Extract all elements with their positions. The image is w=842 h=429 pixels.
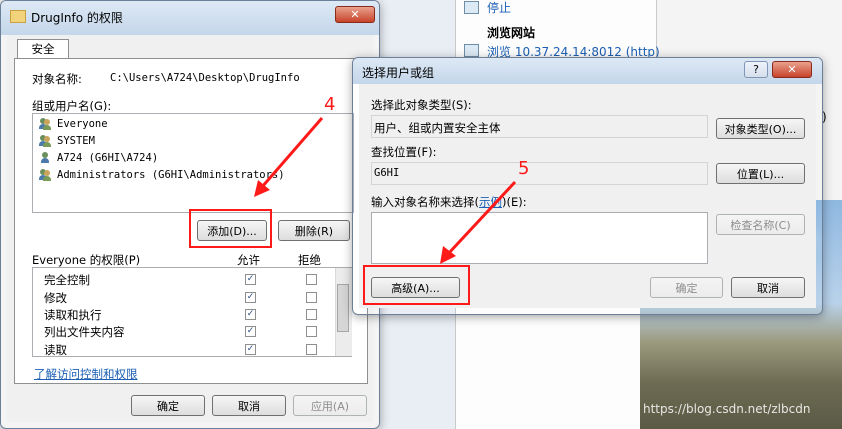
remove-button[interactable]: 删除(R) <box>278 220 350 241</box>
globe-icon <box>464 44 479 57</box>
scrollbar-thumb[interactable] <box>337 284 349 332</box>
user-item[interactable]: Administrators (G6HI\Administrators) <box>57 169 285 181</box>
deny-checkbox[interactable] <box>306 274 317 285</box>
allow-checkbox[interactable]: ✓ <box>245 344 256 355</box>
highlight-box-add <box>189 209 272 248</box>
tab-security[interactable]: 安全 <box>17 39 69 59</box>
allow-checkbox[interactable]: ✓ <box>245 274 256 285</box>
allow-checkbox[interactable]: ✓ <box>245 326 256 337</box>
step-number-4: 4 <box>324 94 336 115</box>
permissions-title: DrugInfo 的权限 <box>31 11 123 25</box>
perm-name: 读取 <box>44 343 67 357</box>
users-group-icon <box>39 169 51 181</box>
select-users-title: 选择用户或组 <box>362 66 435 80</box>
deny-checkbox[interactable] <box>306 326 317 337</box>
close-icon[interactable]: ✕ <box>335 6 375 23</box>
enter-names-prefix: 输入对象名称来选择( <box>371 195 479 209</box>
object-name-value: C:\Users\A724\Desktop\DrugInfo <box>110 72 300 84</box>
ok-button[interactable]: 确定 <box>650 277 723 298</box>
object-type-value: 用户、组或内置安全主体 <box>374 121 501 135</box>
folder-icon <box>10 10 26 23</box>
users-group-icon <box>39 135 51 147</box>
watermark: https://blog.csdn.net/zlbcdn <box>643 402 811 416</box>
user-icon <box>39 152 51 164</box>
step-number-5: 5 <box>518 158 530 179</box>
stop-icon <box>464 1 479 14</box>
perm-name: 读取和执行 <box>44 308 102 322</box>
user-item[interactable]: Everyone <box>57 118 108 130</box>
perm-name: 修改 <box>44 291 67 305</box>
enter-names-suffix: )(E): <box>502 195 527 209</box>
apply-button[interactable]: 应用(A) <box>293 395 367 416</box>
cancel-button[interactable]: 取消 <box>731 277 805 298</box>
perm-name: 列出文件夹内容 <box>44 325 125 339</box>
object-type-label: 选择此对象类型(S): <box>371 98 472 112</box>
close-icon[interactable]: ✕ <box>772 61 812 78</box>
group-users-label: 组或用户名(G): <box>32 99 112 113</box>
learn-access-link[interactable]: 了解访问控制和权限 <box>34 366 138 382</box>
stop-action[interactable]: 停止 <box>487 0 511 16</box>
location-field <box>371 162 708 185</box>
object-names-input[interactable] <box>371 212 708 264</box>
ok-button[interactable]: 确定 <box>131 395 205 416</box>
cancel-button[interactable]: 取消 <box>212 395 286 416</box>
deny-header: 拒绝 <box>298 253 321 267</box>
location-label: 查找位置(F): <box>371 145 437 159</box>
help-icon[interactable]: ? <box>744 61 768 78</box>
perm-name: 完全控制 <box>44 273 90 287</box>
examples-link[interactable]: 示例 <box>479 195 502 209</box>
user-item[interactable]: SYSTEM <box>57 135 95 147</box>
enter-names-label: 输入对象名称来选择(示例)(E): <box>371 194 527 210</box>
deny-checkbox[interactable] <box>306 344 317 355</box>
locations-button[interactable]: 位置(L)... <box>716 163 805 184</box>
highlight-box-advanced <box>363 265 470 305</box>
deny-checkbox[interactable] <box>306 292 317 303</box>
browse-section-title: 浏览网站 <box>487 26 536 40</box>
object-name-label: 对象名称: <box>32 72 82 86</box>
permissions-for-label: Everyone 的权限(P) <box>32 253 141 267</box>
allow-checkbox[interactable]: ✓ <box>245 292 256 303</box>
user-item[interactable]: A724 (G6HI\A724) <box>57 152 158 164</box>
object-types-button[interactable]: 对象类型(O)... <box>716 118 805 139</box>
allow-checkbox[interactable]: ✓ <box>245 309 256 320</box>
check-names-button[interactable]: 检查名称(C) <box>716 214 805 235</box>
users-group-icon <box>39 118 51 130</box>
location-value: G6HI <box>374 167 400 179</box>
allow-header: 允许 <box>237 253 260 267</box>
deny-checkbox[interactable] <box>306 309 317 320</box>
